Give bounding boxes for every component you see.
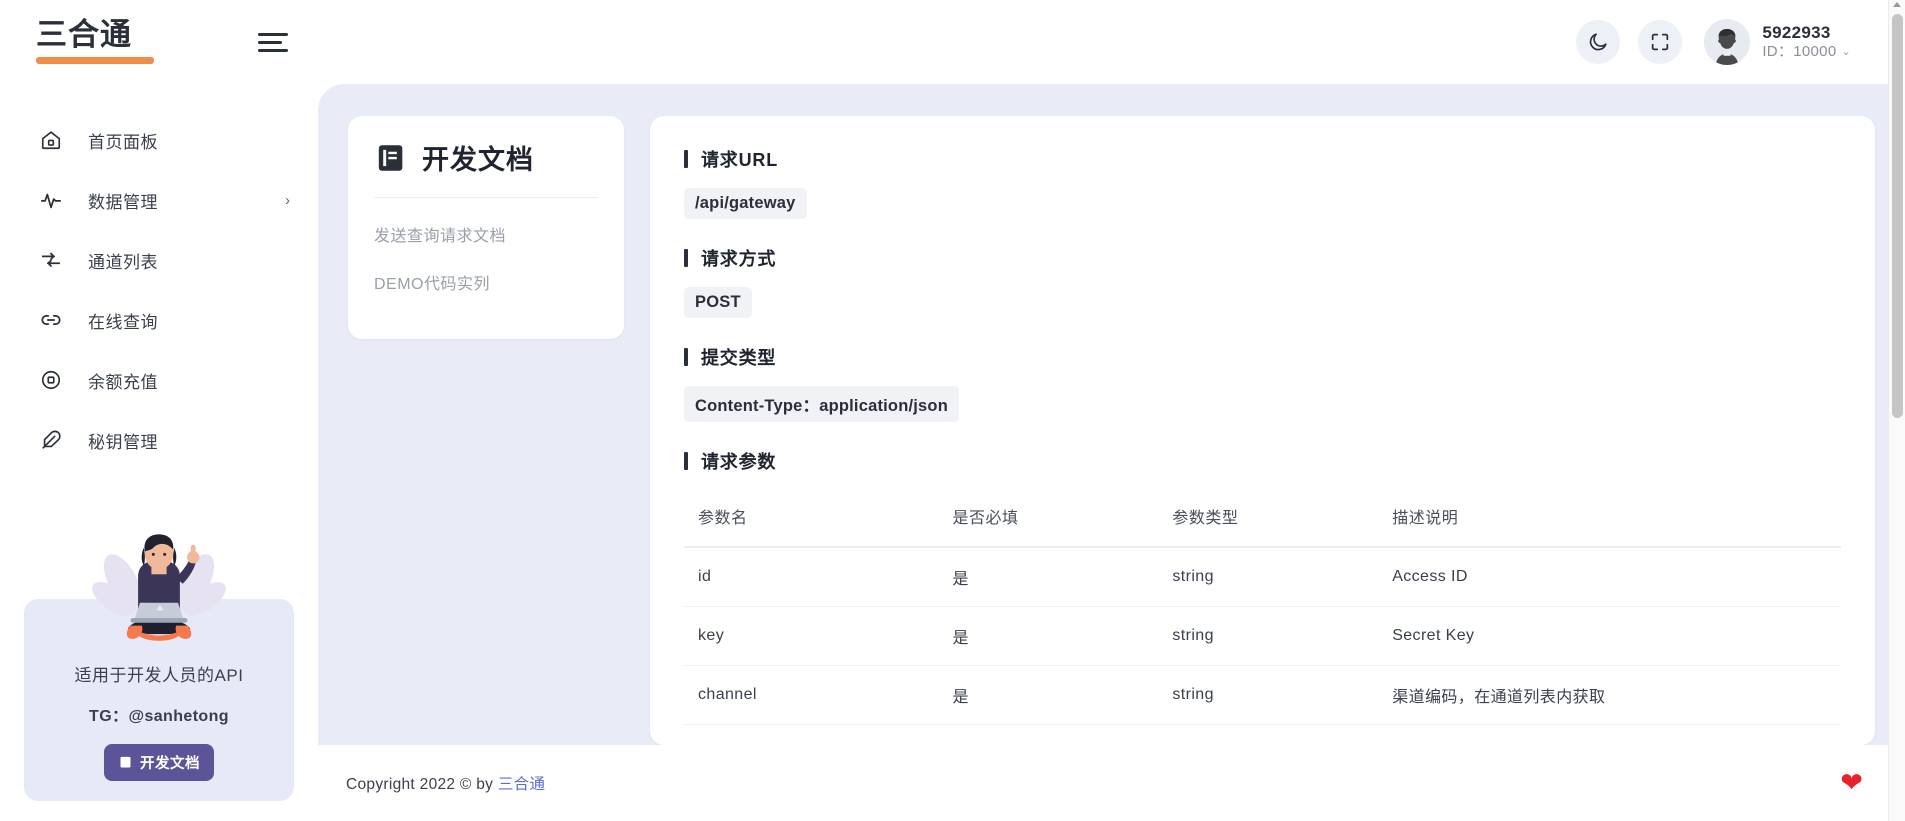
sidebar: 三合通 首页面板 <box>0 0 318 821</box>
chevron-down-icon: ⌄ <box>1841 46 1851 60</box>
scrollbar-up-arrow-icon[interactable] <box>1893 2 1901 7</box>
table-cell-param-name: channel <box>684 666 939 725</box>
doc-nav-title: 开发文档 <box>422 138 534 177</box>
table-cell-param-name: id <box>684 547 939 607</box>
section-title-content-type: 提交类型 <box>684 344 1841 370</box>
fullscreen-icon <box>1649 31 1671 53</box>
sidebar-item-label: 通道列表 <box>88 248 158 273</box>
table-cell-description: Secret Key <box>1378 607 1841 666</box>
request-method-value: POST <box>684 287 752 318</box>
content-type-value: Content-Type：application/json <box>684 386 959 422</box>
sidebar-item-data-management[interactable]: 数据管理 › <box>0 170 318 230</box>
table-cell-param-name: key <box>684 607 939 666</box>
page-scrollbar[interactable] <box>1888 0 1905 821</box>
user-id-text: ID：10000 <box>1762 43 1836 62</box>
footer-brand-link[interactable]: 三合通 <box>498 776 545 793</box>
right-column: 5922933 ID：10000 ⌄ <box>318 0 1905 821</box>
table-header-cell: 参数名 <box>684 490 939 547</box>
user-id: ID：10000 ⌄ <box>1762 43 1851 62</box>
promo-dev-doc-button[interactable]: 开发文档 <box>104 744 214 781</box>
hamburger-line <box>258 41 282 44</box>
params-table: 参数名 是否必填 参数类型 描述说明 id 是 string A <box>684 490 1841 725</box>
table-cell-required: 是 <box>939 547 1159 607</box>
doc-link-query-request[interactable]: 发送查询请求文档 <box>374 198 598 246</box>
book-icon <box>374 141 408 175</box>
copyright-text: Copyright 2022 © by 三合通 <box>346 772 545 794</box>
sidebar-item-label: 首页面板 <box>88 128 158 153</box>
chevron-right-icon: › <box>285 193 290 208</box>
content-area: 开发文档 发送查询请求文档 DEMO代码实列 请求URL /api/gatewa… <box>318 84 1905 821</box>
logo[interactable]: 三合通 <box>36 20 154 64</box>
home-icon <box>38 127 64 153</box>
table-cell-description: Access ID <box>1378 547 1841 607</box>
promo-title: 适用于开发人员的API <box>40 661 278 686</box>
api-doc-card: 请求URL /api/gateway 请求方式 POST 提交类型 Conten… <box>650 116 1875 745</box>
moon-icon <box>1587 31 1609 53</box>
menu-toggle-icon[interactable] <box>258 27 292 57</box>
copyright-prefix: Copyright 2022 © by <box>346 776 498 793</box>
table-cell-required: 是 <box>939 607 1159 666</box>
sidebar-item-label: 在线查询 <box>88 308 158 333</box>
scrollbar-thumb[interactable] <box>1892 14 1903 418</box>
wind-icon <box>38 247 64 273</box>
heart-icon[interactable]: ❤ <box>1840 770 1863 797</box>
sidebar-item-label: 余额充值 <box>88 368 158 393</box>
user-name: 5922933 <box>1762 22 1851 43</box>
book-icon <box>118 755 133 770</box>
sidebar-menu: 首页面板 数据管理 › 通道列表 <box>0 84 318 470</box>
feather-icon <box>38 427 64 453</box>
table-header-cell: 参数类型 <box>1158 490 1378 547</box>
sidebar-item-label: 秘钥管理 <box>88 428 158 453</box>
section-title-request-params: 请求参数 <box>684 448 1841 474</box>
dark-mode-toggle-button[interactable] <box>1576 20 1620 64</box>
section-title-request-url: 请求URL <box>684 146 1841 172</box>
table-cell-type: string <box>1158 547 1378 607</box>
user-info: 5922933 ID：10000 ⌄ <box>1762 22 1851 62</box>
fullscreen-button[interactable] <box>1638 20 1682 64</box>
sidebar-header: 三合通 <box>0 0 318 84</box>
table-header-cell: 是否必填 <box>939 490 1159 547</box>
sidebar-item-balance-recharge[interactable]: 余额充值 <box>0 350 318 410</box>
table-cell-type: string <box>1158 607 1378 666</box>
promo-button-label: 开发文档 <box>140 752 200 773</box>
logo-underline <box>36 57 154 64</box>
link-icon <box>38 307 64 333</box>
table-cell-description: 渠道编码，在通道列表内获取 <box>1378 666 1841 725</box>
promo-subtitle: TG：@sanhetong <box>40 702 278 726</box>
footer: Copyright 2022 © by 三合通 ❤ <box>318 745 1905 821</box>
activity-icon <box>38 187 64 213</box>
logo-text: 三合通 <box>36 20 132 51</box>
sidebar-item-key-management[interactable]: 秘钥管理 <box>0 410 318 470</box>
doc-nav-card: 开发文档 发送查询请求文档 DEMO代码实列 <box>348 116 624 339</box>
doc-nav-header: 开发文档 <box>374 138 598 198</box>
sidebar-item-dashboard[interactable]: 首页面板 <box>0 110 318 170</box>
hamburger-line <box>258 49 288 52</box>
user-menu[interactable]: 5922933 ID：10000 ⌄ <box>1704 19 1851 65</box>
table-row: id 是 string Access ID <box>684 547 1841 607</box>
promo-card: 适用于开发人员的API TG：@sanhetong 开发文档 <box>24 599 294 801</box>
content-scroll: 开发文档 发送查询请求文档 DEMO代码实列 请求URL /api/gatewa… <box>318 84 1905 745</box>
sidebar-promo: 适用于开发人员的API TG：@sanhetong 开发文档 <box>0 537 318 821</box>
table-row: key 是 string Secret Key <box>684 607 1841 666</box>
sidebar-item-online-query[interactable]: 在线查询 <box>0 290 318 350</box>
section-title-request-method: 请求方式 <box>684 245 1841 271</box>
request-url-value: /api/gateway <box>684 188 807 219</box>
avatar <box>1704 19 1750 65</box>
sidebar-item-label: 数据管理 <box>88 188 158 213</box>
table-cell-required: 是 <box>939 666 1159 725</box>
table-header-cell: 描述说明 <box>1378 490 1841 547</box>
table-row: channel 是 string 渠道编码，在通道列表内获取 <box>684 666 1841 725</box>
table-cell-type: string <box>1158 666 1378 725</box>
doc-link-demo-code[interactable]: DEMO代码实列 <box>374 246 598 294</box>
app-root: 三合通 首页面板 <box>0 0 1905 821</box>
sidebar-item-channel-list[interactable]: 通道列表 <box>0 230 318 290</box>
circle-square-icon <box>38 367 64 393</box>
topbar: 5922933 ID：10000 ⌄ <box>318 0 1905 84</box>
table-header-row: 参数名 是否必填 参数类型 描述说明 <box>684 490 1841 547</box>
hamburger-line <box>258 33 288 36</box>
